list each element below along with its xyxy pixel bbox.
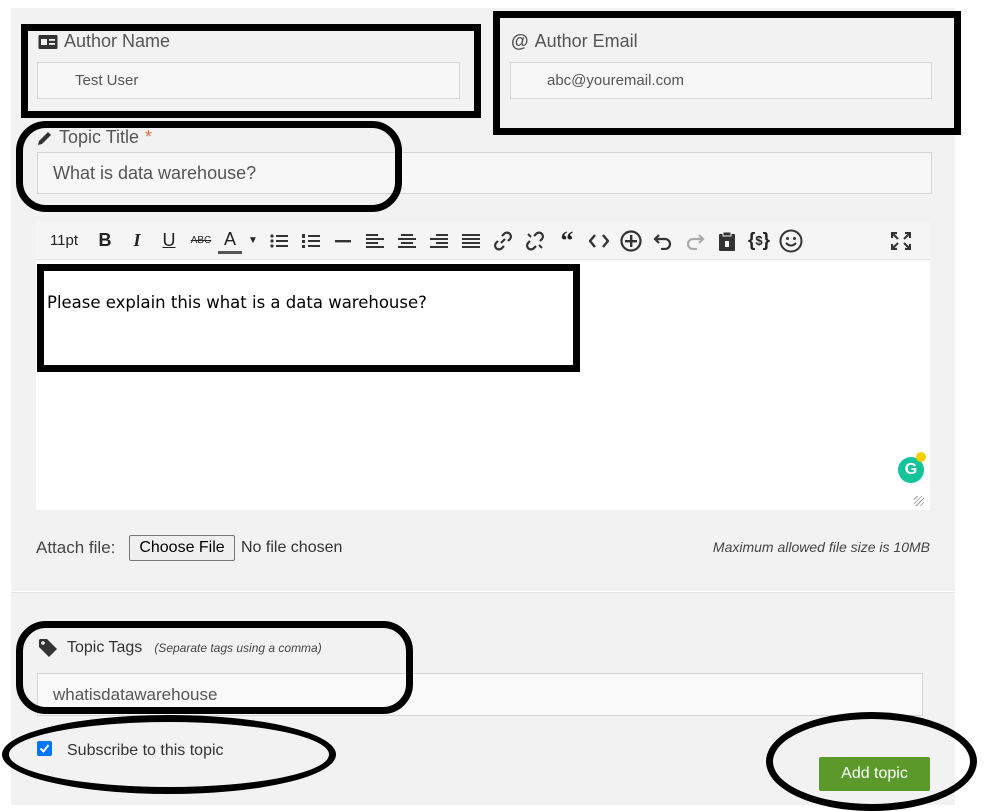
redo-icon[interactable] [680,226,710,256]
strikethrough-icon[interactable]: ABC [186,226,216,256]
insert-icon[interactable] [616,226,646,256]
topic-title-value: What is data warehouse? [53,162,257,183]
pencil-icon [38,131,51,145]
author-email-value: abc@youremail.com [547,72,684,89]
author-name-value: Test User [75,72,139,89]
code-icon[interactable] [584,226,614,256]
unlink-icon[interactable] [520,226,550,256]
align-justify-icon[interactable] [456,226,486,256]
topic-tags-input[interactable]: whatisdatawarehouse [37,673,923,716]
author-name-text: Author Name [64,31,171,51]
align-center-icon[interactable] [392,226,422,256]
link-icon[interactable] [488,226,518,256]
horizontal-rule-icon[interactable] [328,226,358,256]
author-name-input[interactable]: Test User [37,62,460,99]
editor-toolbar: 11pt B I U ABC A ▼ “ {$} [36,222,930,260]
editor-body[interactable]: Please explain this what is a data wareh… [36,260,930,510]
undo-icon[interactable] [648,226,678,256]
blockquote-icon[interactable]: “ [552,226,582,256]
id-card-icon [38,34,58,49]
required-mark: * [145,127,153,147]
numbered-list-icon[interactable] [296,226,326,256]
topic-tags-value: whatisdatawarehouse [53,684,218,704]
topic-title-text: Topic Title [59,127,140,147]
chevron-down-icon[interactable]: ▼ [244,226,262,256]
paste-icon[interactable] [712,226,742,256]
font-size-select[interactable]: 11pt [46,226,82,256]
topic-tags-hint: (Separate tags using a comma) [154,641,322,655]
italic-icon[interactable]: I [122,226,152,256]
author-email-text: Author Email [534,31,638,51]
file-size-note: Maximum allowed file size is 10MB [712,539,930,555]
tag-icon [39,639,57,657]
align-right-icon[interactable] [424,226,454,256]
topic-tags-text: Topic Tags [67,639,143,656]
add-topic-button[interactable]: Add topic [819,757,930,791]
subscribe-label: Subscribe to this topic [67,742,224,759]
fullscreen-icon[interactable] [886,226,916,256]
author-email-label: @ Author Email [511,31,638,52]
resize-handle-icon[interactable] [914,496,924,506]
grammarly-dot [916,452,926,462]
text-color-icon[interactable]: A [218,227,242,254]
checkmark-icon [39,744,50,754]
file-status: No file chosen [241,539,343,556]
emoji-icon[interactable] [776,226,806,256]
subscribe-checkbox[interactable] [37,741,52,756]
attach-label: Attach file: [36,538,116,557]
author-email-input[interactable]: abc@youremail.com [510,62,932,99]
code-block-icon[interactable]: {$} [744,226,774,256]
topic-title-label: Topic Title * [37,127,152,148]
at-sign-icon: @ [511,31,529,51]
align-left-icon[interactable] [360,226,390,256]
bullet-list-icon[interactable] [264,226,294,256]
topic-title-input[interactable]: What is data warehouse? [37,152,932,194]
underline-icon[interactable]: U [154,226,184,256]
author-name-label: Author Name [38,31,170,52]
choose-file-button[interactable]: Choose File [129,535,235,561]
topic-tags-label: Topic Tags (Separate tags using a comma) [38,638,322,658]
editor-content: Please explain this what is a data wareh… [47,293,427,312]
bold-icon[interactable]: B [90,226,120,256]
